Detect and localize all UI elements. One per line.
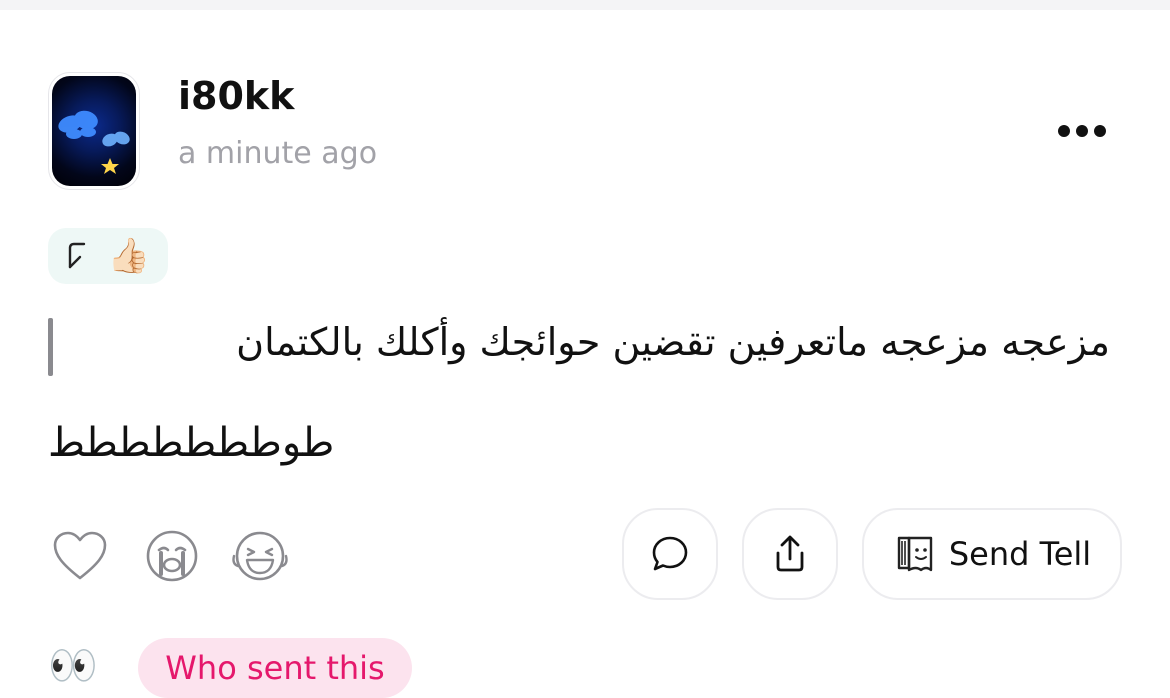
- top-divider: [0, 0, 1170, 10]
- more-dots-icon: [1076, 125, 1088, 137]
- reply-arrow-icon: [66, 241, 88, 271]
- send-tell-label: Send Tell: [948, 535, 1092, 573]
- crying-face-icon: [146, 530, 198, 582]
- laugh-reaction-button[interactable]: [228, 524, 292, 588]
- tell-book-icon: [897, 536, 933, 572]
- cry-reaction-button[interactable]: [140, 524, 204, 588]
- more-options-button[interactable]: [1044, 114, 1120, 148]
- share-icon: [776, 535, 804, 572]
- thumbs-up-emoji: 👍🏻: [107, 236, 151, 276]
- eyes-emoji: 👀: [48, 643, 98, 689]
- post-body: طوططططططط: [48, 420, 335, 466]
- more-dots-icon: [1058, 125, 1070, 137]
- post-timestamp: a minute ago: [178, 136, 378, 171]
- quoted-message: مزعجه مزعجه ماتعرفين تقضين حوائجك وأكلك …: [236, 320, 1110, 364]
- who-sent-this-button[interactable]: Who sent this: [138, 638, 412, 698]
- quote-bar: [48, 318, 53, 376]
- laughing-face-icon: [232, 531, 288, 581]
- comment-bubble-icon: [652, 536, 688, 571]
- share-button[interactable]: [742, 508, 838, 600]
- avatar-butterfly-image: [52, 76, 136, 186]
- username[interactable]: i80kk: [178, 74, 294, 118]
- reply-reaction-chip[interactable]: 👍🏻: [48, 228, 168, 284]
- send-tell-button[interactable]: Send Tell: [862, 508, 1122, 600]
- more-dots-icon: [1094, 125, 1106, 137]
- heart-icon: [53, 531, 107, 580]
- like-button[interactable]: [48, 524, 112, 588]
- avatar[interactable]: [48, 72, 140, 190]
- comment-button[interactable]: [622, 508, 718, 600]
